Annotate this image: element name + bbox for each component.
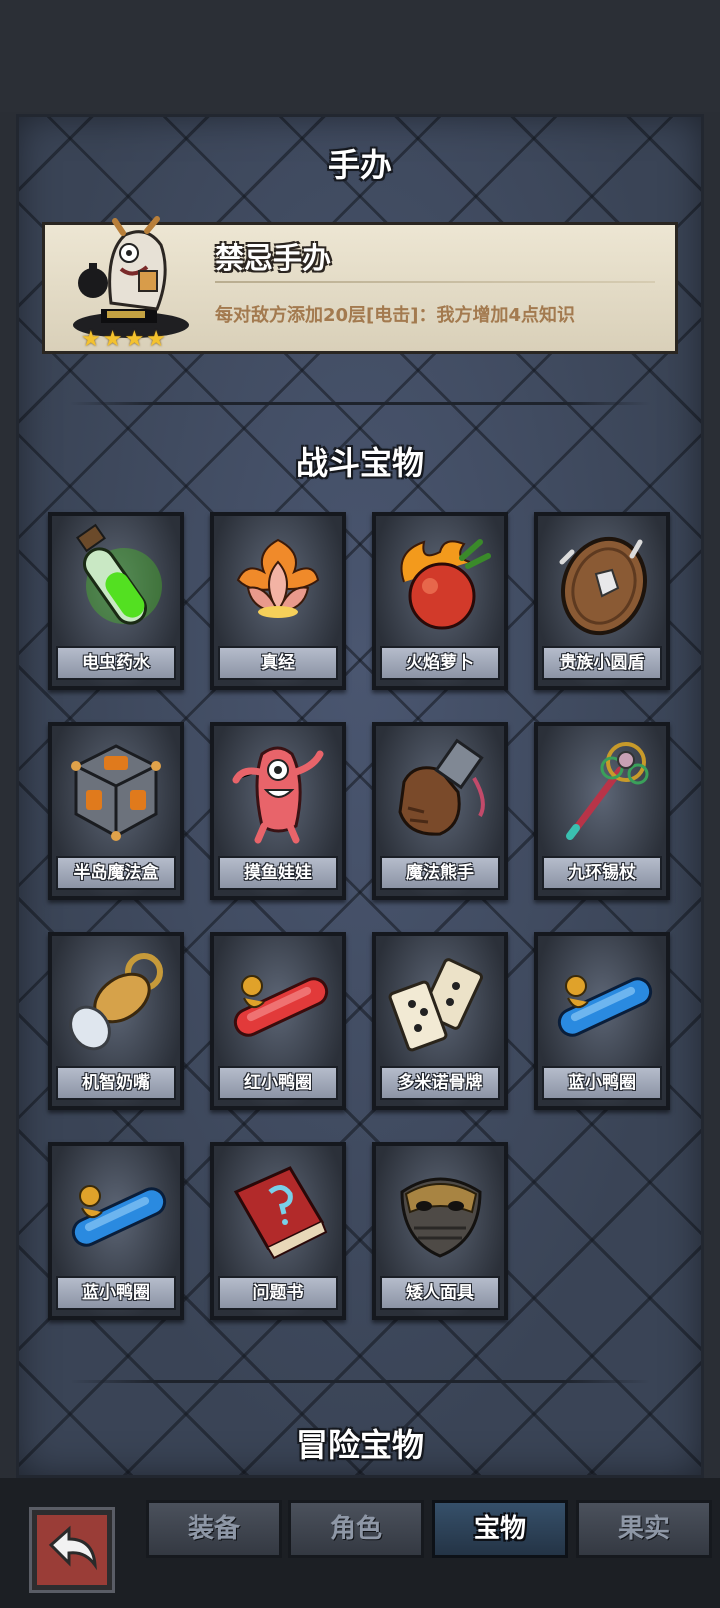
flaming-turnip-icon: [400, 539, 491, 630]
item-label: 九环锡杖: [542, 856, 662, 890]
treasure-item[interactable]: 红小鸭圈: [210, 932, 346, 1110]
figure-star-rating: ★ ★ ★ ★: [81, 329, 166, 351]
treasure-item[interactable]: 矮人面具: [372, 1142, 508, 1320]
back-arrow-icon: [48, 1525, 97, 1571]
treasure-item[interactable]: 贵族小圆盾: [534, 512, 670, 690]
item-label: 真经: [218, 646, 338, 680]
back-button[interactable]: [32, 1510, 112, 1590]
bear-paw-icon: [398, 738, 485, 836]
item-label: 蓝小鸭圈: [542, 1066, 662, 1100]
tab-characters[interactable]: 角色: [288, 1500, 424, 1558]
battle-section-title: 战斗宝物: [295, 444, 424, 482]
item-label: 魔法熊手: [380, 856, 500, 890]
tab-equipment[interactable]: 装备: [146, 1500, 282, 1558]
figure-name: 禁忌手办: [215, 241, 332, 275]
item-label: 贵族小圆盾: [542, 646, 662, 680]
tab-treasures[interactable]: 宝物: [432, 1500, 568, 1558]
item-label: 多米诺骨牌: [380, 1066, 500, 1100]
magic-cube-icon: [71, 744, 161, 841]
green-potion-vial-icon: [76, 523, 162, 625]
treasure-item[interactable]: 蓝小鸭圈: [48, 1142, 184, 1320]
ringed-staff-icon: [566, 742, 649, 840]
treasure-item[interactable]: 九环锡杖: [534, 722, 670, 900]
treasure-item[interactable]: 半岛魔法盒: [48, 722, 184, 900]
treasure-item[interactable]: 魔法熊手: [372, 722, 508, 900]
tab-fruits[interactable]: 果实: [576, 1500, 712, 1558]
treasure-item[interactable]: 问题书: [210, 1142, 346, 1320]
adventure-section-title: 冒险宝物: [295, 1426, 424, 1464]
figure-divider: [215, 281, 655, 283]
blue-duck-ring-icon: [71, 1185, 167, 1247]
section-divider: [70, 402, 650, 405]
question-book-icon: [233, 1166, 328, 1260]
treasure-item[interactable]: 多米诺骨牌: [372, 932, 508, 1110]
treasure-item[interactable]: 机智奶嘴: [48, 932, 184, 1110]
treasure-item[interactable]: 火焰萝卜: [372, 512, 508, 690]
treasure-item[interactable]: 电虫药水: [48, 512, 184, 690]
item-label: 蓝小鸭圈: [56, 1276, 176, 1310]
figure-section-title: 手办: [327, 146, 392, 184]
dwarf-mask-icon: [400, 1177, 482, 1258]
section-divider: [70, 1380, 650, 1383]
figure-description: 每对敌方添加20层[电击]：我方增加4点知识: [215, 305, 576, 326]
item-label: 矮人面具: [380, 1276, 500, 1310]
treasure-item[interactable]: 蓝小鸭圈: [534, 932, 670, 1110]
star-icon: ★: [81, 327, 101, 352]
item-label: 红小鸭圈: [218, 1066, 338, 1100]
treasure-item[interactable]: 真经: [210, 512, 346, 690]
star-icon: ★: [102, 327, 123, 352]
blue-duck-ring-icon: [557, 975, 653, 1037]
star-icon: ★: [146, 327, 166, 352]
dominoes-icon: [388, 958, 483, 1052]
pink-doll-icon: [232, 746, 324, 844]
flaming-lotus-icon: [236, 538, 320, 618]
treasure-item[interactable]: 摸鱼娃娃: [210, 722, 346, 900]
item-label: 摸鱼娃娃: [218, 856, 338, 890]
star-icon: ★: [124, 327, 145, 352]
pacifier-icon: [69, 953, 163, 1051]
item-label: 问题书: [218, 1276, 338, 1310]
red-duck-ring-icon: [233, 975, 329, 1037]
item-label: 机智奶嘴: [56, 1066, 176, 1100]
item-label: 火焰萝卜: [380, 646, 500, 680]
item-label: 电虫药水: [56, 646, 176, 680]
round-shield-icon: [559, 536, 648, 636]
figure-card[interactable]: 禁忌手办 每对敌方添加20层[电击]：我方增加4点知识 ★ ★ ★ ★: [42, 216, 678, 354]
top-strip: [0, 0, 720, 112]
item-label: 半岛魔法盒: [56, 856, 176, 890]
